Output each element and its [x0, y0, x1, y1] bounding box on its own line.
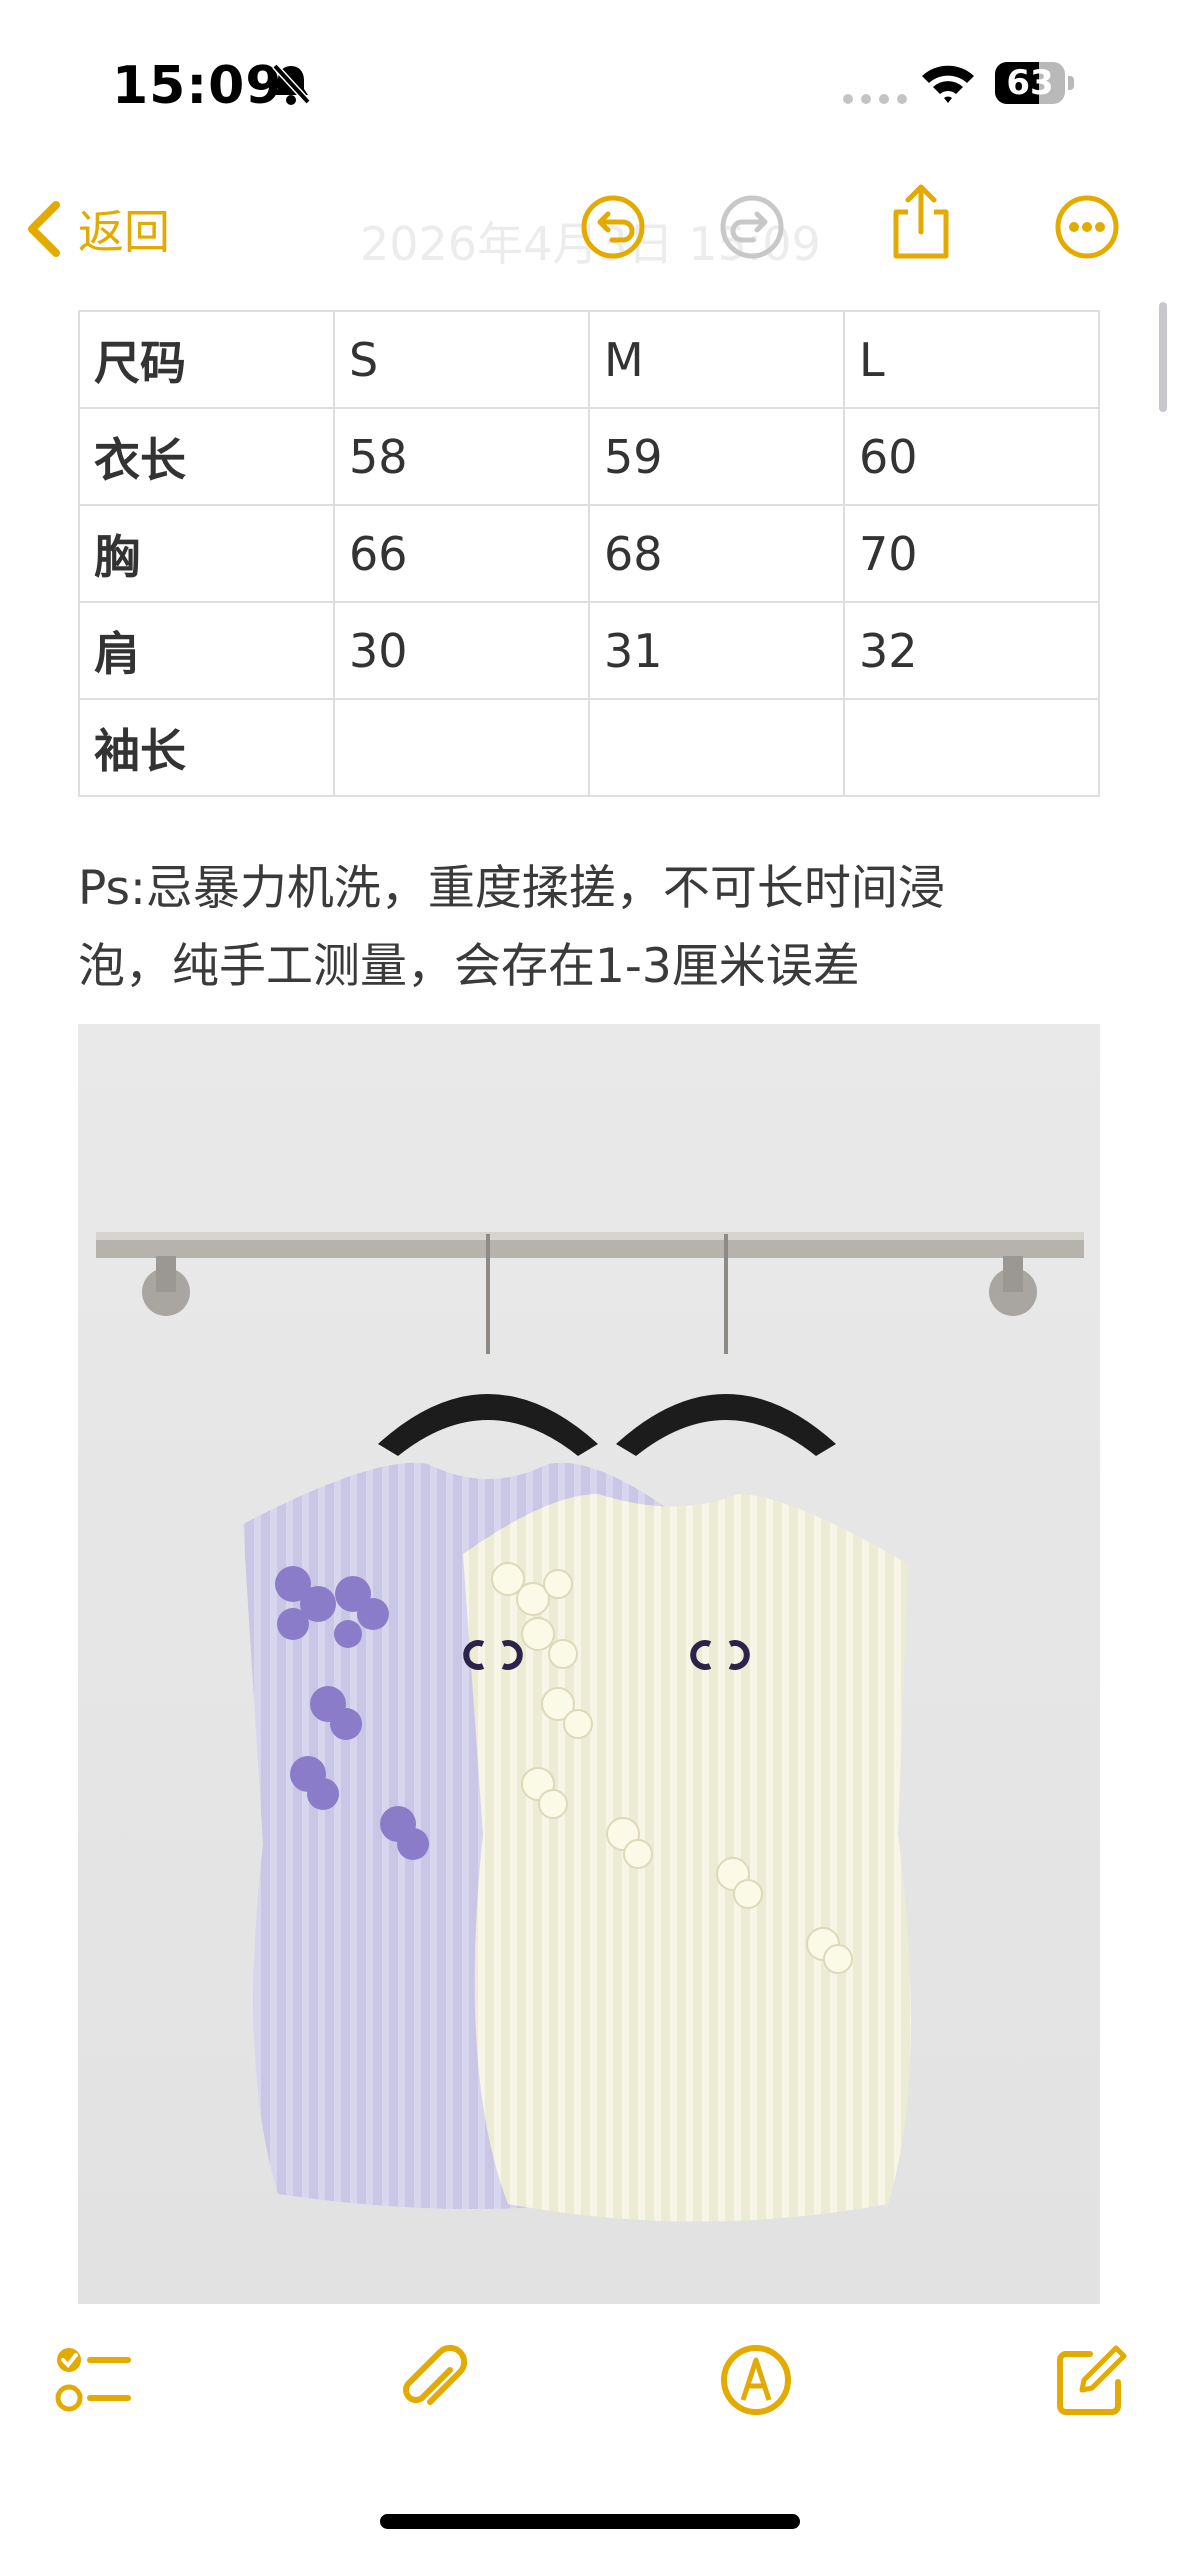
cellular-dots-icon — [843, 94, 907, 104]
size-table: 尺码 S M L 衣长 58 59 60 胸 66 68 70 肩 30 31 32 袖长 — [78, 310, 1101, 797]
table-cell: 68 — [587, 504, 845, 603]
table-cell — [587, 698, 845, 797]
battery-icon: 63 — [995, 62, 1075, 104]
table-cell — [842, 698, 1101, 797]
table-cell: 31 — [587, 601, 845, 700]
checklist-icon[interactable] — [52, 2340, 132, 2420]
care-note-line: 泡，纯手工测量，会存在1-3厘米误差 — [78, 939, 860, 994]
table-cell: L — [842, 310, 1101, 409]
row-header-cell: 衣长 — [78, 407, 335, 506]
table-cell: 59 — [587, 407, 845, 506]
battery-level: 63 — [1006, 63, 1054, 103]
back-button[interactable]: 返回 — [24, 196, 170, 262]
row-header-cell: 尺码 — [78, 310, 335, 409]
navigation-bar: 返回 2026年4月3日 15:09 — [0, 170, 1179, 290]
care-note[interactable]: Ps:忌暴力机洗，重度揉搓，不可长时间浸 泡，纯手工测量，会存在1-3厘米误差 — [78, 850, 1108, 1006]
scrollbar[interactable] — [1159, 302, 1167, 412]
table-row: 肩 30 31 32 — [78, 601, 1101, 700]
table-row: 胸 66 68 70 — [78, 504, 1101, 603]
product-photo[interactable] — [78, 1024, 1100, 2304]
row-header-cell: 袖长 — [78, 698, 335, 797]
home-indicator[interactable] — [380, 2514, 800, 2529]
status-bar: 15:09 63 — [0, 0, 1179, 170]
undo-icon[interactable] — [578, 192, 648, 262]
more-icon[interactable] — [1052, 192, 1122, 262]
row-header-cell: 肩 — [78, 601, 335, 700]
table-cell: 66 — [332, 504, 590, 603]
table-cell: 60 — [842, 407, 1101, 506]
row-header-cell: 胸 — [78, 504, 335, 603]
markup-pen-icon[interactable] — [716, 2340, 796, 2420]
compose-icon[interactable] — [1050, 2340, 1130, 2420]
back-label: 返回 — [78, 205, 170, 259]
table-row: 袖长 — [78, 698, 1101, 797]
status-time: 15:09 — [112, 56, 283, 116]
table-cell: 58 — [332, 407, 590, 506]
table-cell: 30 — [332, 601, 590, 700]
product-photo-image — [78, 1024, 1100, 2304]
table-row: 衣长 58 59 60 — [78, 407, 1101, 506]
table-cell: 70 — [842, 504, 1101, 603]
table-cell: 32 — [842, 601, 1101, 700]
table-cell — [332, 698, 590, 797]
chevron-left-icon — [28, 201, 60, 257]
table-cell: S — [332, 310, 590, 409]
wifi-icon — [922, 65, 974, 103]
bell-slash-icon — [272, 63, 311, 105]
table-row: 尺码 S M L — [78, 310, 1101, 409]
care-note-line: Ps:忌暴力机洗，重度揉搓，不可长时间浸 — [78, 861, 945, 916]
redo-icon[interactable] — [717, 192, 787, 262]
share-icon[interactable] — [888, 182, 954, 262]
paperclip-icon[interactable] — [392, 2340, 472, 2420]
table-cell: M — [587, 310, 845, 409]
